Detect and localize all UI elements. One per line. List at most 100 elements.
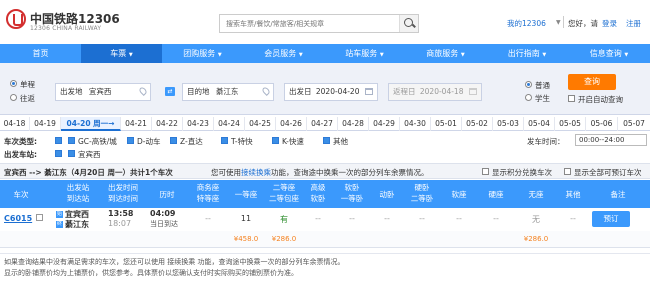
nav-guide[interactable]: 出行指南 ▼	[486, 44, 568, 63]
chevron-down-icon: ▼	[128, 52, 133, 58]
date-tab[interactable]: 05-04	[524, 117, 555, 131]
date-tab[interactable]: 04-26	[276, 117, 307, 131]
depart-date-field[interactable]: 出发日 2020-04-20	[284, 83, 378, 101]
transfer-tip-pre: 您可使用	[211, 168, 241, 177]
nav-group[interactable]: 团购服务 ▼	[162, 44, 243, 63]
auto-query-checkbox[interactable]	[568, 95, 575, 102]
train-type-checkbox[interactable]	[272, 137, 279, 144]
nav-label: 车票	[110, 49, 127, 58]
nav-business[interactable]: 商旅服务 ▼	[405, 44, 486, 63]
my-12306-link[interactable]: 我的12306	[507, 18, 546, 29]
depart-station-all-checkbox[interactable]	[55, 150, 62, 157]
date-tab[interactable]: 04-22	[152, 117, 183, 131]
site-search-input[interactable]	[220, 15, 398, 32]
train-type-label-t: T-特快	[231, 137, 253, 146]
nav-member[interactable]: 会员服务 ▼	[243, 44, 324, 63]
col-stations[interactable]: 出发站 到达站	[56, 182, 100, 204]
passenger-student-radio[interactable]	[525, 94, 532, 101]
notice-line-1: 如果查询结果中没有满足需求的车次，您还可以使用 接续换乘 功能，查询途中换乘一次…	[4, 258, 345, 266]
to-value: 綦江东	[215, 87, 239, 96]
train-number-link[interactable]: C6015	[4, 214, 32, 223]
train-type-all-checkbox[interactable]	[55, 137, 62, 144]
auto-query-label: 开启自动查询	[578, 95, 623, 104]
return-value: 2020-04-18	[419, 87, 464, 96]
date-strip: 04-18 04-19 04-20 周一→ 04-21 04-22 04-23 …	[0, 117, 650, 131]
from-station-field[interactable]: 出发地 宜宾西	[55, 83, 151, 101]
date-tab-active[interactable]: 04-20 周一→	[61, 117, 121, 131]
ticket-search-form: 单程 往返 出发地 宜宾西 ⇄ 目的地 綦江东 出发日 2020-04-20 返…	[0, 63, 650, 115]
nav-station[interactable]: 站车服务 ▼	[324, 44, 405, 63]
nav-label: 商旅服务	[426, 49, 459, 58]
date-tab[interactable]: 04-21	[121, 117, 152, 131]
seat-second: 有	[280, 215, 288, 224]
to-station: 綦江东	[65, 220, 89, 229]
depart-value: 2020-04-20	[315, 87, 360, 96]
chevron-down-icon: ▼	[542, 52, 547, 58]
divider	[563, 16, 564, 28]
date-tab[interactable]: 05-01	[431, 117, 462, 131]
chevron-down-icon: ▼	[460, 52, 465, 58]
nav-home[interactable]: 首页	[0, 44, 81, 63]
train-type-checkbox[interactable]	[323, 137, 330, 144]
date-tab[interactable]: 04-29	[369, 117, 400, 131]
date-tab[interactable]: 05-06	[586, 117, 618, 131]
col-business: 商务座 特等座	[196, 183, 220, 203]
query-button[interactable]: 查询	[568, 74, 616, 90]
train-info-icon[interactable]	[36, 214, 43, 221]
depart-time-select[interactable]: 00:00--24:00	[575, 134, 647, 146]
nav-label: 信息查询	[589, 49, 622, 58]
transfer-link[interactable]: 接续换乘	[241, 168, 271, 177]
price-row: ¥458.0 ¥286.0 ¥286.0	[0, 231, 650, 248]
date-tab[interactable]: 05-05	[555, 117, 586, 131]
date-tab[interactable]: 05-03	[493, 117, 524, 131]
col-second: 二等座 二等包座	[269, 183, 299, 203]
chevron-down-icon: ▼	[379, 52, 384, 58]
date-tab[interactable]: 05-02	[462, 117, 493, 131]
login-link[interactable]: 登录	[602, 18, 617, 29]
show-points-checkbox[interactable]	[482, 168, 489, 175]
nav-tickets[interactable]: 车票 ▼	[81, 44, 162, 63]
return-date-field[interactable]: 返程日 2020-04-18	[388, 83, 482, 101]
logo-subtitle: 12306 CHINA RAILWAY	[30, 25, 102, 32]
search-icon[interactable]	[399, 15, 418, 32]
train-type-checkbox[interactable]	[221, 137, 228, 144]
train-type-checkbox[interactable]	[127, 137, 134, 144]
date-tab[interactable]: 04-18	[0, 117, 30, 131]
one-way-radio[interactable]	[10, 80, 17, 87]
date-tab[interactable]: 04-30	[400, 117, 431, 131]
col-times[interactable]: 出发时间 到达时间	[100, 182, 146, 204]
one-way-label: 单程	[20, 80, 35, 89]
depart-station-checkbox[interactable]	[68, 150, 75, 157]
date-tab[interactable]: 04-25	[245, 117, 276, 131]
col-hard-sleeper: 硬卧 二等卧	[410, 183, 434, 203]
location-pin-icon	[261, 86, 271, 96]
date-tab[interactable]: 04-19	[30, 117, 61, 131]
date-tab[interactable]: 05-07	[618, 117, 650, 131]
nav-info[interactable]: 信息查询 ▼	[568, 44, 650, 63]
table-row: C6015 始 宜宾西 终 綦江东 13:58 18:07 04:09 当日到达…	[0, 208, 650, 231]
col-first: 一等座	[234, 190, 258, 199]
seat-hard-sleeper: --	[419, 214, 425, 223]
swap-stations-icon[interactable]: ⇄	[165, 87, 175, 96]
date-tab[interactable]: 04-28	[338, 117, 369, 131]
col-duration[interactable]: 历时	[146, 189, 188, 200]
date-tab[interactable]: 04-23	[183, 117, 214, 131]
to-station-field[interactable]: 目的地 綦江东	[182, 83, 274, 101]
passenger-normal-radio[interactable]	[525, 81, 532, 88]
seat-other: --	[570, 214, 576, 223]
train-type-checkbox[interactable]	[68, 137, 75, 144]
col-moving-sleeper: 动卧	[379, 190, 395, 199]
date-tab[interactable]: 04-24	[214, 117, 245, 131]
start-station-icon: 始	[56, 211, 63, 218]
register-link[interactable]: 注册	[626, 18, 641, 29]
round-trip-radio[interactable]	[10, 94, 17, 101]
train-type-checkbox[interactable]	[170, 137, 177, 144]
nav-label: 出行指南	[507, 49, 540, 58]
book-button[interactable]: 预订	[592, 211, 630, 227]
main-nav: 首页 车票 ▼ 团购服务 ▼ 会员服务 ▼ 站车服务 ▼ 商旅服务 ▼ 出行指南…	[0, 44, 650, 63]
from-value: 宜宾西	[88, 87, 112, 96]
col-train: 车次	[13, 190, 29, 199]
depart-time: 13:58	[108, 209, 134, 218]
date-tab[interactable]: 04-27	[307, 117, 338, 131]
show-all-checkbox[interactable]	[564, 168, 571, 175]
